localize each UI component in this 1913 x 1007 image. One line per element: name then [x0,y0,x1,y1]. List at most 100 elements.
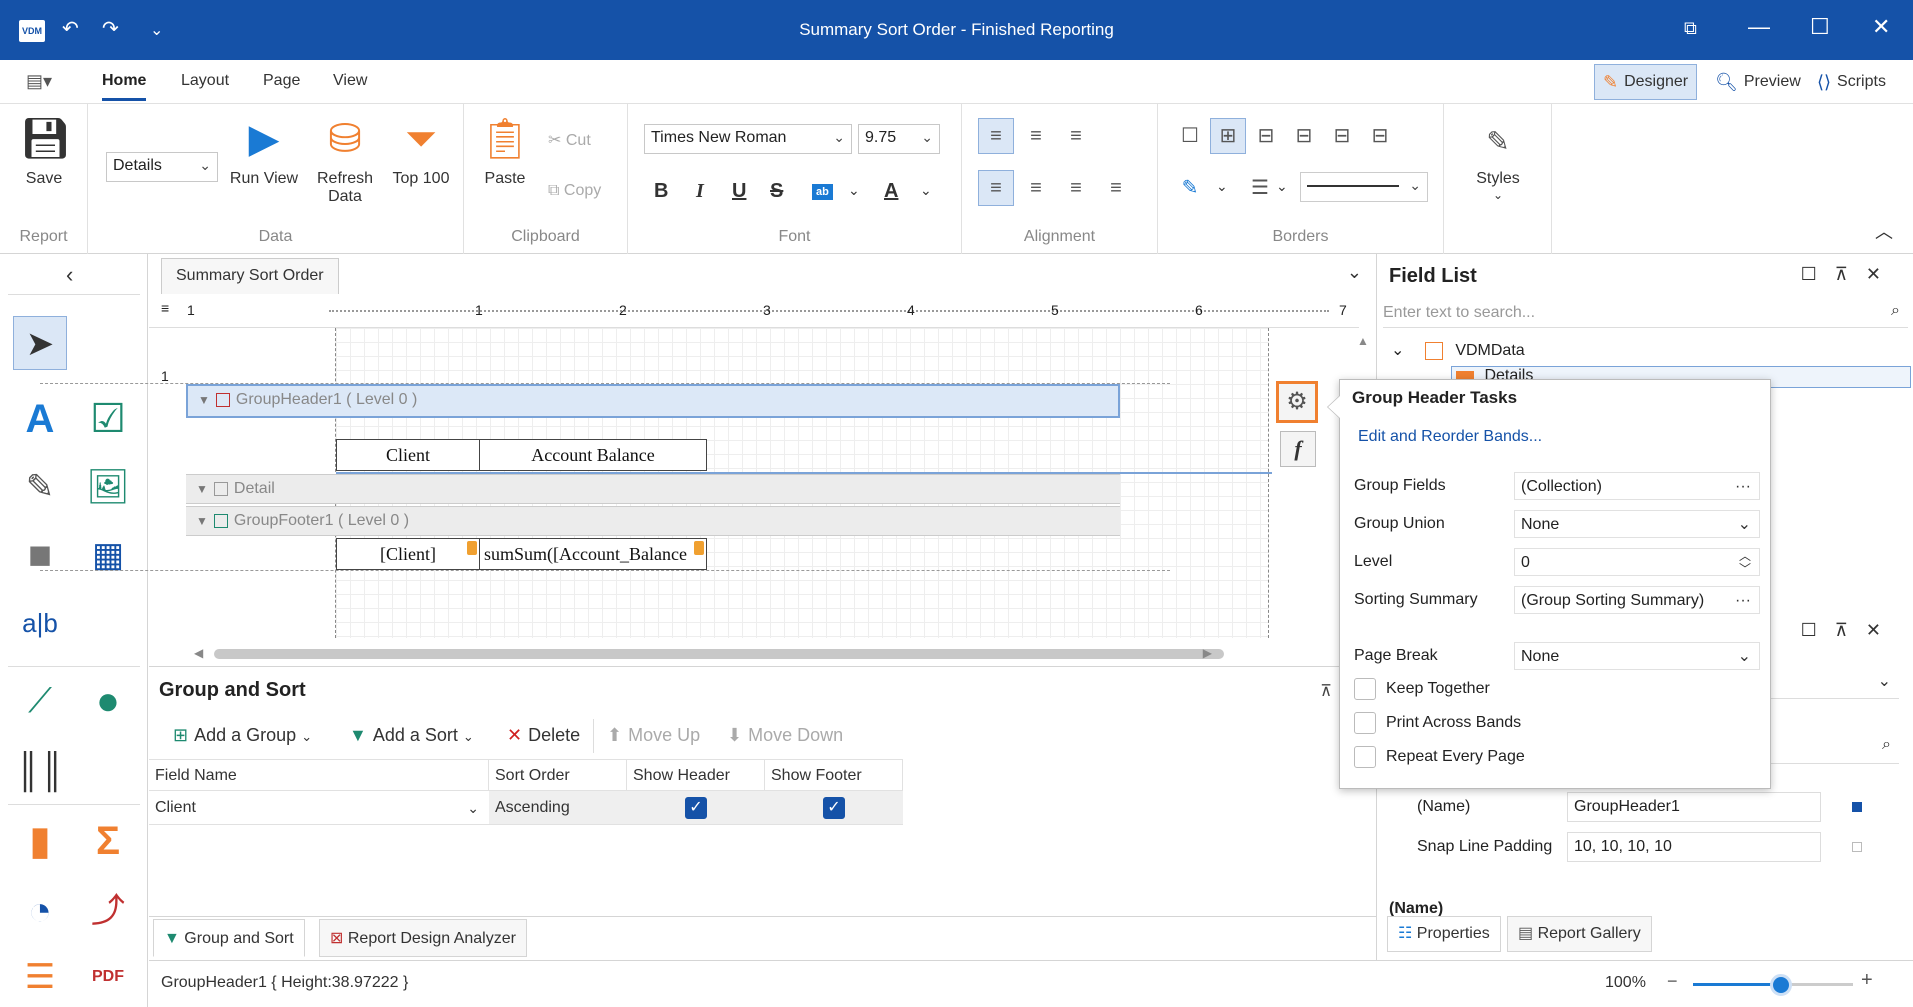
tab-layout[interactable]: Layout [181,72,229,90]
delete-button[interactable]: ✕ Delete [507,725,580,746]
restore-layout-icon[interactable]: ⧉ [1684,18,1697,39]
search-icon[interactable]: ⌕ [1882,736,1891,754]
print-across-bands-option[interactable]: Print Across Bands [1354,712,1521,734]
styles-button[interactable]: ✎ Styles ⌄ [1468,122,1528,202]
chevron-down-icon[interactable]: ⌄ [1738,511,1751,539]
border-width-icon[interactable]: ☰ [1242,170,1278,206]
sparkline-tool-icon[interactable]: ⤴ [81,884,135,938]
strikethrough-icon[interactable]: S [770,180,783,203]
tab-home[interactable]: Home [102,72,147,101]
collapse-triangle-icon[interactable]: ▼ [198,386,210,414]
tab-properties[interactable]: ☷ Properties [1387,916,1501,952]
keep-together-checkbox[interactable] [1354,678,1376,700]
font-color-icon[interactable]: A [884,180,898,203]
align-top-icon[interactable]: ≡ [978,118,1014,154]
close-icon[interactable]: ✕ [1872,14,1890,40]
border-bottom-icon[interactable]: ⊟ [1362,118,1398,154]
properties-component-combo[interactable]: ⌄ [1751,667,1899,699]
field-name-cell[interactable]: Client ⌄ [149,791,489,825]
chevron-down-icon[interactable]: ⌄ [1216,178,1228,195]
cut-button[interactable]: ✂ Cut [548,130,591,150]
pin-icon[interactable]: ⊼ [1320,681,1332,701]
repeat-every-page-checkbox[interactable] [1354,746,1376,768]
detail-band[interactable]: ▼ Detail [186,474,1120,504]
smart-tag-gear-icon[interactable]: ⚙ [1276,381,1318,423]
line-tool-icon[interactable]: ⟋ [13,674,67,728]
subreport-tool-icon[interactable]: ☰ [13,950,67,1004]
prop-value-field[interactable]: (Collection) ··· [1514,472,1760,500]
shape-tool-icon[interactable]: ● [81,674,135,728]
show-footer-checkbox[interactable]: ✓ [823,797,845,819]
horizontal-scrollbar[interactable]: ◀ ▶ [190,646,1224,660]
search-icon[interactable]: ⌕ [1891,302,1900,320]
align-middle-icon[interactable]: ≡ [1018,118,1054,154]
footer-cell-client-field[interactable]: [Client] [336,538,480,570]
collapse-triangle-icon[interactable]: ▼ [196,475,208,503]
tab-page[interactable]: Page [263,72,300,90]
scrollbar-thumb[interactable] [214,649,1224,659]
copy-button[interactable]: ⧉ Copy [548,182,601,200]
edit-reorder-bands-link[interactable]: Edit and Reorder Bands... [1358,428,1542,446]
header-cell-client[interactable]: Client [336,439,480,471]
chart-tool-icon[interactable]: ▮ [13,814,67,868]
chevron-down-icon[interactable]: ⌄ [467,791,479,825]
scroll-up-icon[interactable]: ▲ [1357,334,1369,348]
tab-report-design-analyzer[interactable]: ⊠ Report Design Analyzer [319,919,527,957]
zoom-out-icon[interactable]: − [1667,971,1678,992]
table-tool-icon[interactable]: ▦ [81,528,135,582]
column-header-sort-order[interactable]: Sort Order [489,759,627,791]
group-footer-band[interactable]: ▼ GroupFooter1 ( Level 0 ) [186,506,1120,536]
align-justify-icon[interactable]: ≡ [1098,170,1134,206]
chevron-left-icon[interactable]: ‹ [66,262,73,288]
paste-button[interactable]: 📋︎ Paste [478,116,532,188]
chevron-down-icon[interactable]: ⌄ [920,182,932,199]
tab-summary-sort-order[interactable]: Summary Sort Order [161,258,339,294]
chevron-down-icon[interactable]: ⌄ [1738,643,1751,671]
align-left-icon[interactable]: ≡ [978,170,1014,206]
collapse-ribbon-icon[interactable]: ︿ [1875,218,1893,244]
align-bottom-icon[interactable]: ≡ [1058,118,1094,154]
app-menu-icon[interactable]: ▤▾ [26,71,52,92]
expression-fx-icon[interactable]: f [1280,431,1316,467]
chevron-down-icon[interactable]: ⌄ [1347,262,1362,283]
column-header-field-name[interactable]: Field Name [149,759,489,791]
scripts-button[interactable]: ⟨⟩ Scripts [1808,64,1895,100]
spin-icon[interactable]: ︿ ﹀ [1739,550,1751,576]
chevron-down-icon[interactable]: ⌄ [1391,342,1404,359]
font-family-combo[interactable]: Times New Roman ⌄ [644,124,852,154]
header-cell-account-balance[interactable]: Account Balance [479,439,707,471]
save-button[interactable]: 💾︎ Save [20,116,71,188]
field-search-input[interactable]: Enter text to search... ⌕ [1383,298,1908,328]
chevron-down-icon[interactable]: ⌄ [848,182,860,199]
zoom-slider[interactable] [1693,974,1853,996]
richtext-tool-icon[interactable]: ✎ [13,460,67,514]
panel-window-icons[interactable]: ☐⊼✕ [1801,264,1899,285]
group-header-band[interactable]: ▼ GroupHeader1 ( Level 0 ) [186,384,1120,418]
align-right-icon[interactable]: ≡ [1058,170,1094,206]
maximize-icon[interactable]: ☐ [1810,14,1830,40]
tab-report-gallery[interactable]: ▤ Report Gallery [1507,916,1652,952]
refresh-data-button[interactable]: ⛁ Refresh Data [312,116,378,206]
preview-button[interactable]: 🔍︎ Preview [1706,64,1810,100]
prop-name-value[interactable]: GroupHeader1 [1567,792,1821,822]
underline-icon[interactable]: U [732,180,746,203]
bold-icon[interactable]: B [654,180,668,203]
repeat-every-page-option[interactable]: Repeat Every Page [1354,746,1525,768]
border-dash-style-combo[interactable]: ⌄ [1300,172,1428,202]
ruler-menu-icon[interactable]: ≡ [161,300,169,316]
column-header-show-footer[interactable]: Show Footer [765,759,903,791]
border-right-icon[interactable]: ⊟ [1324,118,1360,154]
zoom-slider-knob[interactable] [1770,974,1792,996]
prop-value-field[interactable]: None ⌄ [1514,642,1760,670]
column-header-show-header[interactable]: Show Header [627,759,765,791]
scroll-right-icon[interactable]: ▶ [1203,646,1212,660]
prop-snap-value[interactable]: 10, 10, 10, 10 [1567,832,1821,862]
highlight-color-icon[interactable]: ab [812,184,833,200]
ellipsis-icon[interactable]: ··· [1735,587,1751,615]
gauge-tool-icon[interactable]: ◔ [13,884,67,938]
ellipsis-icon[interactable]: ··· [1735,473,1751,501]
summary-tool-icon[interactable]: Σ [81,814,135,868]
pointer-tool-icon[interactable]: ➤ [13,316,67,370]
tab-group-and-sort[interactable]: ▼ Group and Sort [153,919,305,957]
show-header-checkbox[interactable]: ✓ [685,797,707,819]
